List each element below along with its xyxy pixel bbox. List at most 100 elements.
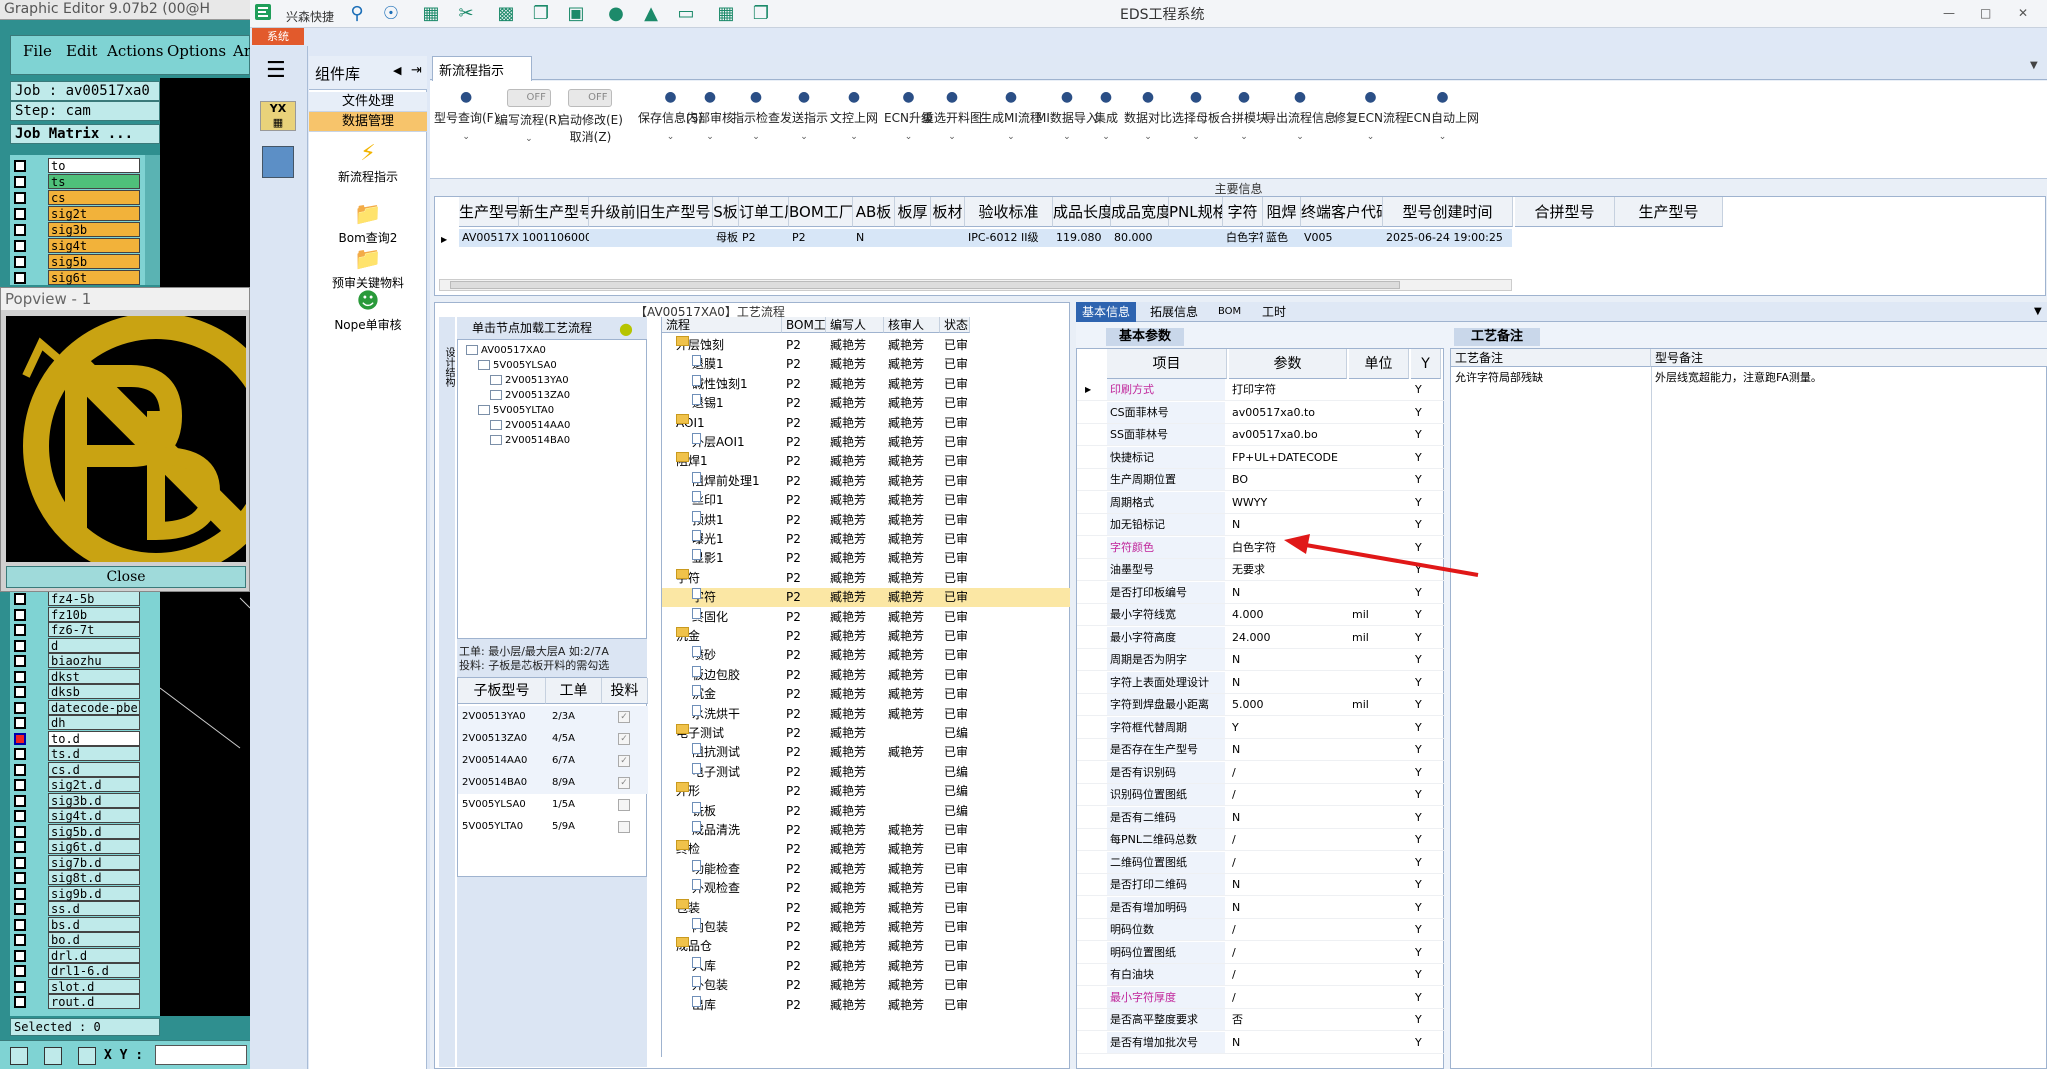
layer-checkbox[interactable] — [14, 224, 26, 236]
param-value[interactable]: 24.000 — [1229, 627, 1347, 648]
param-row[interactable]: 是否高平整度要求否 Y — [1077, 1009, 1445, 1031]
layer-row[interactable]: cs.d — [12, 761, 140, 778]
param-value[interactable]: av00517xa0.to — [1229, 402, 1347, 423]
param-value[interactable]: av00517xa0.bo — [1229, 424, 1347, 445]
grid-col-header[interactable]: 终端客户代码 — [1301, 197, 1383, 227]
grid-col-header[interactable]: 板厚 — [895, 197, 931, 227]
layer-row[interactable]: biaozhu — [12, 653, 140, 669]
param-row[interactable]: 生产周期位置 BO Y — [1077, 469, 1445, 491]
param-value[interactable]: 打印字符 — [1229, 379, 1347, 400]
toolbar-17-button[interactable]: ● 导出流程信息 ⌄ — [1264, 89, 1336, 142]
layer-row[interactable]: dkst — [12, 668, 140, 685]
toolbar-10-button[interactable]: ● 重选开料图 ⌄ — [922, 89, 982, 142]
flow-row[interactable]: 水洗烘干 P2 臧艳芳 臧艳芳 已审 — [662, 704, 1070, 724]
param-value[interactable]: N — [1229, 897, 1347, 918]
layer-checkbox[interactable] — [14, 208, 26, 220]
flow-row[interactable]: 沉金P2 臧艳芳 臧艳芳 已审 — [662, 685, 1070, 704]
grid-cell[interactable] — [895, 229, 931, 247]
flow-row[interactable]: 入库 P2 臧艳芳 臧艳芳 已审 — [662, 956, 1070, 976]
toggle-switch[interactable]: OFF — [568, 89, 613, 107]
toolbar-12-button[interactable]: ● MI数据导入 ⌄ — [1036, 89, 1098, 142]
param-row[interactable]: 最小字符线宽 4.000 mil Y — [1077, 604, 1445, 626]
subgrid-row[interactable]: 2V00513YA0 2/3A ✓ — [458, 706, 648, 728]
tree-side-tab[interactable]: 设计结构 — [439, 317, 455, 1067]
flow-row[interactable]: 外形 P2 臧艳芳 已编 — [662, 782, 1070, 801]
menu-icon[interactable]: ☰ — [266, 58, 286, 83]
layer-row[interactable]: sig7b.d — [12, 854, 140, 871]
toolbar-6-button[interactable]: ● 指示检查 ⌄ — [732, 89, 780, 142]
subgrid-row[interactable]: 5V005YLTA0 5/9A — [458, 816, 648, 838]
calculator-icon[interactable] — [262, 146, 294, 178]
tab-ext-info[interactable]: 拓展信息 — [1144, 302, 1204, 322]
layer-checkbox[interactable] — [14, 192, 26, 204]
param-row[interactable]: 字符上表面处理设计 N Y — [1077, 671, 1445, 694]
file-processing-button[interactable]: 文件处理 — [309, 92, 427, 112]
param-value[interactable]: N — [1229, 874, 1347, 895]
param-value[interactable]: Y — [1229, 717, 1347, 738]
param-value[interactable]: / — [1229, 942, 1347, 963]
grid-cell[interactable]: IPC-6012 II级 — [965, 229, 1053, 247]
param-value[interactable]: / — [1229, 919, 1347, 940]
subgrid-col-header[interactable]: 子板型号 — [458, 678, 546, 704]
param-row[interactable]: 最小字符高度 24.000 mil Y — [1077, 626, 1445, 649]
param-row[interactable]: 快捷标记 FP+UL+DATECODE Y — [1077, 446, 1445, 469]
flow-row[interactable]: 成品仓 P2 臧艳芳 臧艳芳 已审 — [662, 937, 1070, 956]
xy-input[interactable] — [155, 1045, 247, 1065]
lifebuoy-icon[interactable]: ☉ — [380, 4, 402, 24]
layer-checkbox[interactable] — [14, 856, 26, 869]
flow-row[interactable]: 终检 P2 臧艳芳 臧艳芳 已审 — [662, 840, 1070, 859]
tab-bom[interactable]: BOM — [1212, 302, 1247, 322]
menu-actions[interactable]: Actions — [107, 42, 163, 60]
flow-col-header[interactable]: 状态 — [940, 317, 970, 333]
param-value[interactable]: WWYY — [1229, 492, 1347, 513]
flow-row[interactable]: 阻焊1 P2 臧艳芳 臧艳芳 已审 — [662, 452, 1070, 471]
flow-row[interactable]: 电子测试 P2 臧艳芳 已编 — [662, 762, 1070, 782]
param-value[interactable]: N — [1229, 1032, 1347, 1053]
layer-row[interactable]: sig6t — [12, 270, 140, 286]
tab-dropdown-icon[interactable]: ▼ — [2030, 60, 2038, 71]
grid-icon[interactable] — [78, 1047, 96, 1065]
feed-checkbox[interactable] — [618, 799, 630, 811]
param-value[interactable]: N — [1229, 739, 1347, 760]
pin-icon[interactable]: ⇥ — [411, 63, 422, 78]
basic-params-header[interactable]: 基本参数 — [1106, 328, 1184, 346]
flow-col-header[interactable]: 流程 — [662, 317, 782, 333]
tab-basic-info[interactable]: 基本信息 — [1076, 302, 1137, 322]
param-col-header[interactable]: Y — [1411, 349, 1441, 379]
grid-cell[interactable]: P2 — [739, 229, 789, 247]
flow-row[interactable]: 字符P2 臧艳芳 臧艳芳 已审 — [662, 588, 1070, 608]
layer-row[interactable]: d — [12, 637, 140, 654]
layer-checkbox[interactable] — [14, 825, 26, 838]
flow-row[interactable]: 电子测试 P2 臧艳芳 已编 — [662, 724, 1070, 743]
chart-icon[interactable]: ▲ — [640, 4, 662, 24]
feed-checkbox[interactable]: ✓ — [618, 711, 630, 723]
param-value[interactable]: FP+UL+DATECODE — [1229, 447, 1347, 468]
flow-row[interactable]: 外包装 P2 臧艳芳 臧艳芳 已审 — [662, 976, 1070, 995]
layer-row[interactable]: sig3b — [12, 222, 140, 238]
param-row[interactable]: 明码位数 / Y — [1077, 919, 1445, 941]
tree-node-checkbox[interactable] — [490, 420, 502, 430]
flow-row[interactable]: 内包装 P2 臧艳芳 臧艳芳 已审 — [662, 918, 1070, 937]
layer-row[interactable]: sig6t.d — [12, 839, 140, 855]
param-value[interactable]: 否 — [1229, 1009, 1347, 1030]
windows-icon[interactable]: ▦ — [715, 4, 737, 24]
layer-row[interactable]: to.d — [12, 730, 140, 747]
flow-col-header[interactable]: BOM工厂 — [782, 317, 826, 333]
flow-row[interactable]: 显影1 P2 臧艳芳 臧艳芳 已审 — [662, 549, 1070, 568]
feed-checkbox[interactable]: ✓ — [618, 755, 630, 767]
menu-more[interactable]: Ar — [233, 42, 251, 60]
param-value[interactable]: 5.000 — [1229, 694, 1347, 715]
param-value[interactable]: / — [1229, 784, 1347, 805]
toolbar-7-button[interactable]: ● 发送指示 ⌄ — [780, 89, 828, 142]
toolbar-2-button[interactable]: OFF 编写流程(R) ⌄ — [496, 89, 562, 144]
flow-row[interactable]: 阻抗测试 P2 臧艳芳 臧艳芳 已审 — [662, 743, 1070, 762]
layer-row[interactable]: datecode-pbe — [12, 699, 140, 716]
layer-checkbox[interactable] — [14, 748, 26, 760]
layer-checkbox[interactable] — [14, 624, 26, 636]
layer-checkbox[interactable] — [14, 996, 26, 1008]
layer-row[interactable]: sig4t.d — [12, 808, 140, 824]
flow-row[interactable]: 碱性蚀刻1 P2 臧艳芳 臧艳芳 已审 — [662, 374, 1070, 394]
craft-note[interactable]: 允许字符局部残缺 — [1451, 369, 1543, 385]
layer-checkbox[interactable] — [14, 918, 26, 931]
layer-checkbox[interactable] — [14, 779, 26, 791]
